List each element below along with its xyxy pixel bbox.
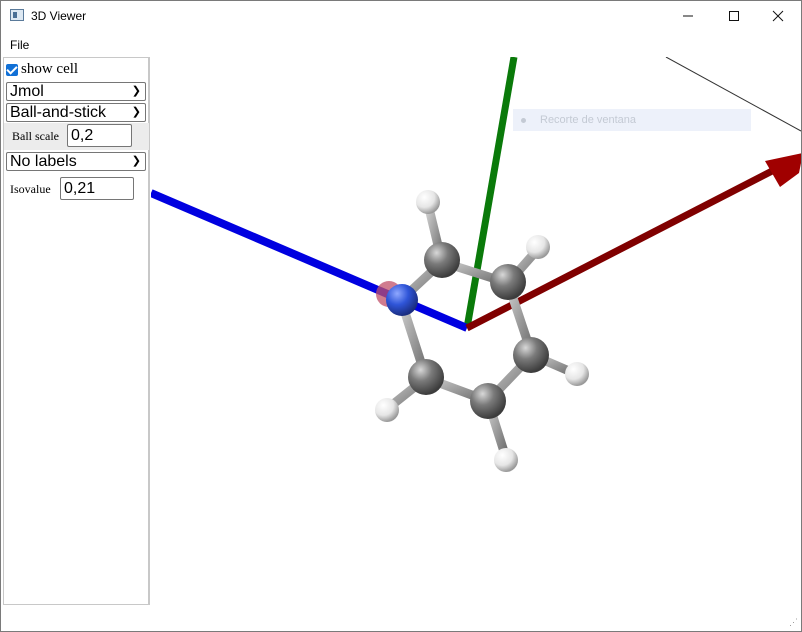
chevron-down-icon: ❯ (131, 106, 141, 118)
maximize-icon (729, 11, 739, 21)
app-icon (10, 9, 24, 21)
z-axis (151, 189, 469, 332)
hydrogen-atom (526, 235, 550, 259)
renderer-value: Jmol (10, 83, 44, 100)
minimize-icon (683, 15, 693, 17)
close-icon (772, 10, 784, 22)
menu-bar: File (1, 33, 801, 55)
hydrogen-atom (494, 448, 518, 472)
ball-scale-input[interactable]: 0,2 (67, 124, 132, 147)
snip-hint-text: Recorte de ventana (540, 114, 637, 126)
resize-grip-icon[interactable]: ⋰ (789, 617, 798, 628)
carbon-atom (424, 242, 460, 278)
carbon-atom (513, 337, 549, 373)
labels-value: No labels (10, 153, 77, 170)
menu-file[interactable]: File (10, 38, 29, 52)
style-value: Ball-and-stick (10, 104, 107, 121)
control-panel: show cell Jmol ❯ Ball-and-stick ❯ Ball s… (3, 57, 150, 605)
isovalue-label: Isovalue (10, 182, 51, 196)
style-select[interactable]: Ball-and-stick ❯ (6, 103, 146, 122)
x-axis-arrowhead (765, 153, 801, 187)
show-cell-checkbox[interactable] (6, 63, 18, 76)
show-cell-row[interactable]: show cell (6, 61, 78, 78)
carbon-atom (490, 264, 526, 300)
carbon-atom (408, 359, 444, 395)
nitrogen-atom (386, 284, 418, 316)
maximize-button[interactable] (711, 1, 757, 31)
labels-select[interactable]: No labels ❯ (6, 152, 146, 171)
carbon-atom (470, 383, 506, 419)
hydrogen-atom (375, 398, 399, 422)
app-window: 3D Viewer File show cell Jmol ❯ Ball-and… (0, 0, 802, 632)
molecule-viewer-canvas[interactable] (151, 57, 801, 631)
snip-hint-overlay: Recorte de ventana (513, 109, 751, 131)
dot-icon (521, 117, 526, 123)
chevron-down-icon: ❯ (131, 85, 141, 97)
close-button[interactable] (755, 1, 801, 31)
chevron-down-icon: ❯ (131, 155, 141, 167)
show-cell-label: show cell (21, 61, 79, 77)
minimize-button[interactable] (665, 1, 711, 31)
renderer-select[interactable]: Jmol ❯ (6, 82, 146, 101)
window-title: 3D Viewer (31, 9, 87, 23)
hydrogen-atom (416, 190, 440, 214)
title-bar[interactable]: 3D Viewer (1, 1, 801, 31)
isovalue-input[interactable]: 0,21 (60, 177, 134, 200)
ball-scale-label: Ball scale (12, 129, 59, 143)
hydrogen-atom (565, 362, 589, 386)
